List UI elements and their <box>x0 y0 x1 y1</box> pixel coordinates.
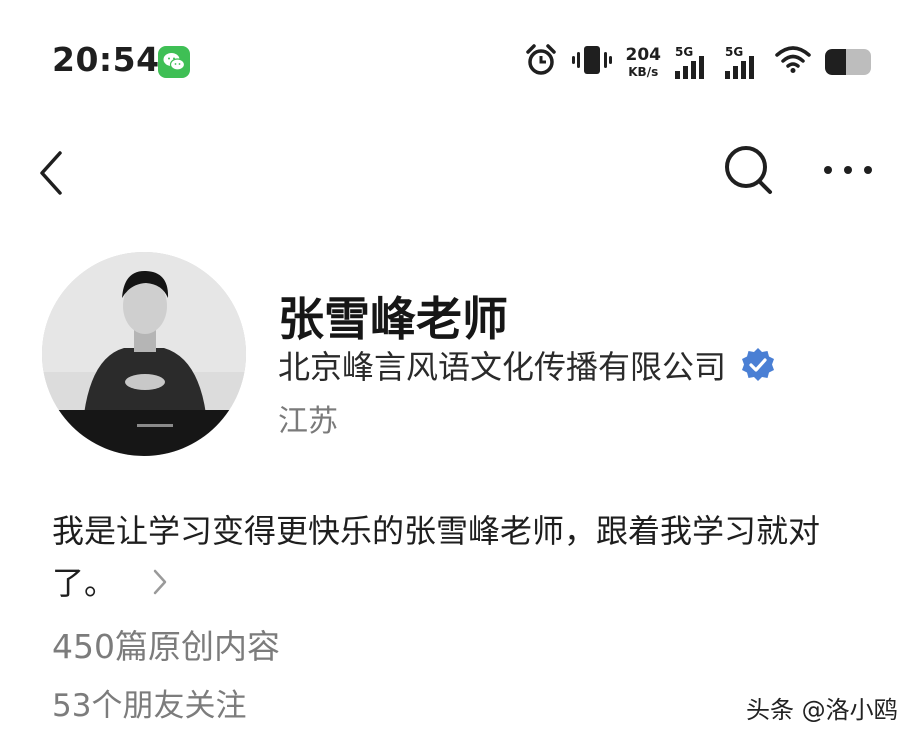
status-time: 20:54 <box>52 40 160 79</box>
wifi-icon <box>775 45 811 79</box>
watermark: 头条 @洛小鸥 <box>746 696 898 724</box>
more-button[interactable] <box>822 160 874 180</box>
status-icons: 204 KB/s 5G 5G <box>524 42 871 82</box>
nav-bar <box>0 135 913 205</box>
battery-icon <box>825 49 871 75</box>
status-bar: 20:54 204 KB/s 5G 5G <box>0 0 913 120</box>
vibrate-icon <box>571 43 612 81</box>
company-row: 北京峰言风语文化传播有限公司 <box>278 342 776 388</box>
alarm-icon <box>524 43 558 81</box>
signal-icon: 5G <box>675 45 711 79</box>
search-button[interactable] <box>722 143 774 201</box>
wechat-icon <box>158 46 190 78</box>
friends-following-count[interactable]: 53个朋友关注 <box>52 680 246 725</box>
profile-name: 张雪峰老师 <box>278 292 508 346</box>
battery-fill <box>825 49 846 75</box>
signal-icon: 5G <box>725 45 761 79</box>
back-button[interactable] <box>30 145 74 197</box>
profile-bio[interactable]: 我是让学习变得更快乐的张雪峰老师，跟着我学习就对了。 <box>52 505 882 611</box>
company-name: 北京峰言风语文化传播有限公司 <box>278 348 727 386</box>
more-icon <box>824 166 872 174</box>
avatar-image <box>42 252 246 456</box>
network-speed-value: 204 <box>625 44 662 65</box>
avatar[interactable] <box>42 252 246 456</box>
back-icon <box>40 151 62 195</box>
profile-location: 江苏 <box>278 404 338 439</box>
chevron-right-icon[interactable] <box>152 559 168 611</box>
verified-badge-icon <box>742 348 775 381</box>
network-speed-unit: KB/s <box>628 64 659 79</box>
network-speed: 204 KB/s <box>625 44 662 79</box>
original-content-count[interactable]: 450篇原创内容 <box>52 620 280 668</box>
search-icon <box>725 146 772 194</box>
